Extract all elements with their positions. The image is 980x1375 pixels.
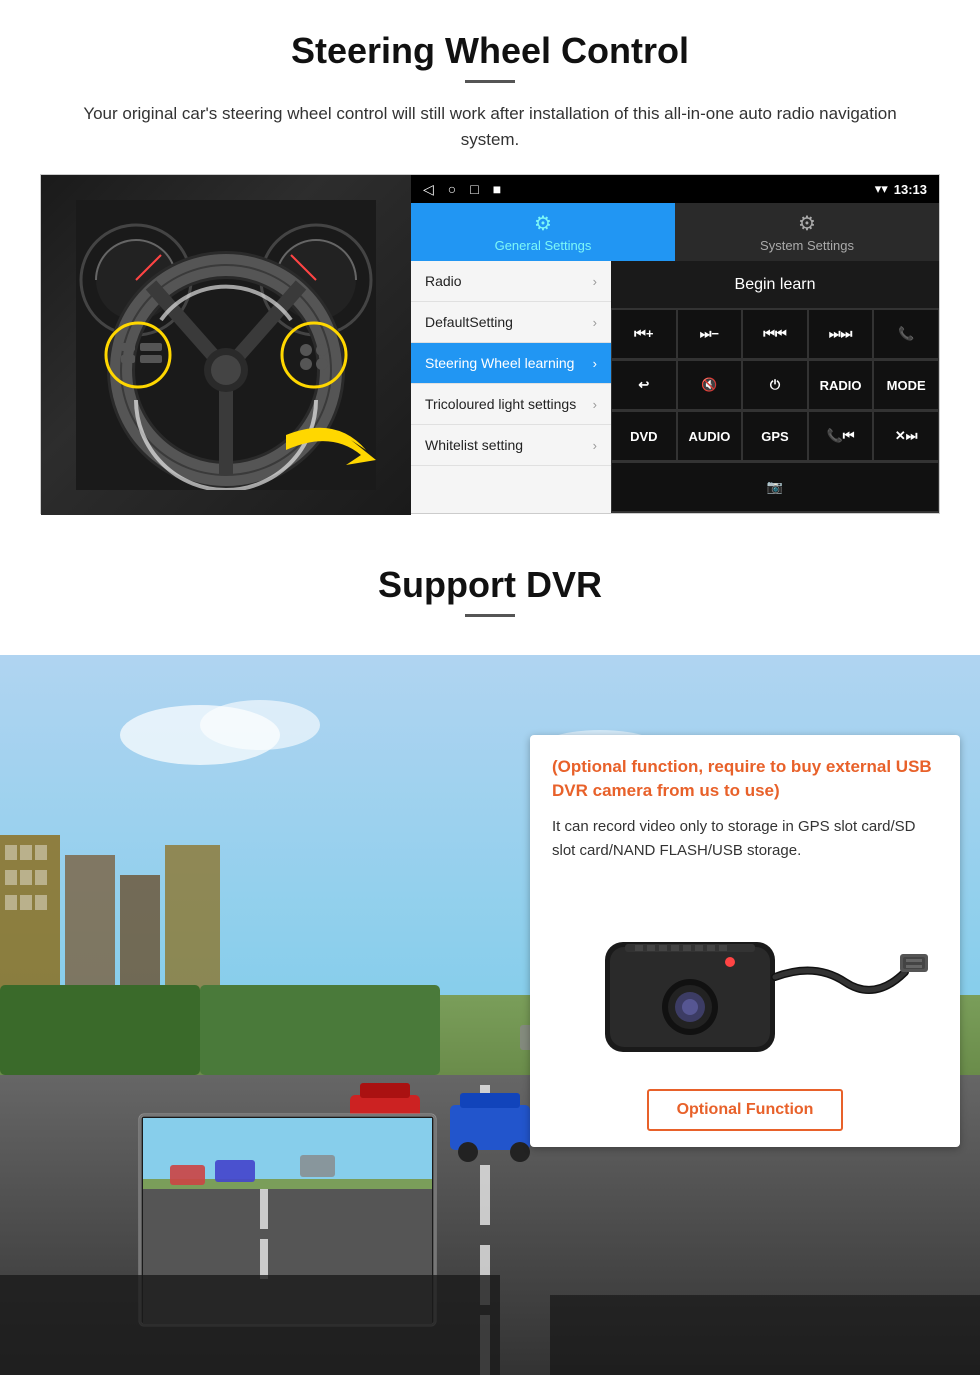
title-divider [465, 80, 515, 83]
dvr-title-divider [465, 614, 515, 617]
home-icon[interactable]: ○ [448, 181, 456, 197]
dvr-title-area: Support DVR [0, 534, 980, 655]
status-icons: ▾▾ 13:13 [875, 181, 927, 197]
power-button[interactable]: ⏻ [742, 360, 808, 410]
dvr-camera-image [552, 877, 938, 1077]
prev-button[interactable]: ⏮⏮ [742, 309, 808, 359]
chevron-icon: › [593, 438, 597, 453]
control-buttons-row4: 📷 [611, 462, 939, 513]
menu-item-defaultsetting[interactable]: DefaultSetting › [411, 302, 611, 343]
vol-down-button[interactable]: ⏭− [677, 309, 743, 359]
menu-item-radio-label: Radio [425, 273, 462, 289]
chevron-icon: › [593, 315, 597, 330]
control-buttons-row2: ↩ 🔇 ⏻ RADIO MODE [611, 360, 939, 411]
tab-general-label: General Settings [495, 238, 592, 253]
optional-function-button[interactable]: Optional Function [647, 1089, 844, 1131]
dvr-section: Support DVR [0, 534, 980, 1375]
phone-button[interactable]: 📞 [873, 309, 939, 359]
dvr-scene: (Optional function, require to buy exter… [0, 655, 980, 1375]
nav-icons: ◁ ○ □ ■ [423, 181, 501, 198]
steering-section: Steering Wheel Control Your original car… [0, 0, 980, 534]
control-buttons-row1: ⏮+ ⏭− ⏮⏮ ⏭⏭ 📞 [611, 309, 939, 360]
dvr-description: It can record video only to storage in G… [552, 815, 938, 863]
tab-bar: ⚙ General Settings ⚙ System Settings [411, 203, 939, 261]
settings-gear-icon: ⚙ [534, 211, 552, 236]
audio-button[interactable]: AUDIO [677, 411, 743, 461]
chevron-icon: › [593, 274, 597, 289]
phone-prev-button[interactable]: 📞⏮ [808, 411, 874, 461]
mute-button[interactable]: 🔇 [677, 360, 743, 410]
signal-icon: ▾▾ [875, 181, 888, 197]
arrow-icon [276, 405, 406, 495]
menu-item-steering-label: Steering Wheel learning [425, 355, 574, 371]
dvr-background: (Optional function, require to buy exter… [0, 655, 980, 1375]
vol-up-button[interactable]: ⏮+ [611, 309, 677, 359]
tab-system-settings[interactable]: ⚙ System Settings [675, 203, 939, 261]
steering-demo: ◁ ○ □ ■ ▾▾ 13:13 ⚙ General Settings ⚙ [40, 174, 940, 514]
back-icon[interactable]: ◁ [423, 181, 434, 198]
status-bar: ◁ ○ □ ■ ▾▾ 13:13 [411, 175, 939, 203]
section-subtitle: Your original car's steering wheel contr… [65, 101, 915, 152]
menu-item-tricolour-label: Tricoloured light settings [425, 396, 576, 412]
chevron-icon: › [593, 397, 597, 412]
menu-buttons-area: Radio › DefaultSetting › Steering Wheel … [411, 261, 939, 513]
begin-learn-row: Begin learn [611, 261, 939, 309]
menu-icon[interactable]: ■ [493, 181, 501, 197]
dvr-optional-title: (Optional function, require to buy exter… [552, 755, 938, 803]
begin-learn-button[interactable]: Begin learn [715, 268, 836, 302]
radio-button[interactable]: RADIO [808, 360, 874, 410]
dvr-title: Support DVR [0, 564, 980, 606]
menu-item-default-label: DefaultSetting [425, 314, 513, 330]
status-time: 13:13 [894, 182, 927, 197]
tab-general-settings[interactable]: ⚙ General Settings [411, 203, 675, 261]
next-button[interactable]: ⏭⏭ [808, 309, 874, 359]
recents-icon[interactable]: □ [470, 181, 478, 197]
menu-item-whitelist-label: Whitelist setting [425, 437, 523, 453]
menu-item-tricolour[interactable]: Tricoloured light settings › [411, 384, 611, 425]
system-icon: ⚙ [798, 211, 816, 236]
menu-item-whitelist[interactable]: Whitelist setting › [411, 425, 611, 466]
gps-button[interactable]: GPS [742, 411, 808, 461]
chevron-icon: › [593, 356, 597, 371]
page-title: Steering Wheel Control [40, 30, 940, 72]
hangup-button[interactable]: ↩ [611, 360, 677, 410]
x-next-button[interactable]: ✕⏭ [873, 411, 939, 461]
control-buttons-row3: DVD AUDIO GPS 📞⏮ ✕⏭ [611, 411, 939, 462]
android-panel: ◁ ○ □ ■ ▾▾ 13:13 ⚙ General Settings ⚙ [411, 175, 939, 513]
steering-photo [41, 175, 411, 515]
dvr-info-box: (Optional function, require to buy exter… [530, 735, 960, 1147]
menu-item-steering-wheel[interactable]: Steering Wheel learning › [411, 343, 611, 384]
dvd-button[interactable]: DVD [611, 411, 677, 461]
camera-button[interactable]: 📷 [611, 462, 939, 512]
tab-system-label: System Settings [760, 238, 854, 253]
menu-item-radio[interactable]: Radio › [411, 261, 611, 302]
button-grid: Begin learn ⏮+ ⏭− ⏮⏮ ⏭⏭ 📞 ↩ 🔇 ⏻ [611, 261, 939, 513]
menu-list: Radio › DefaultSetting › Steering Wheel … [411, 261, 611, 513]
dvr-camera-svg [555, 882, 935, 1072]
mode-button[interactable]: MODE [873, 360, 939, 410]
